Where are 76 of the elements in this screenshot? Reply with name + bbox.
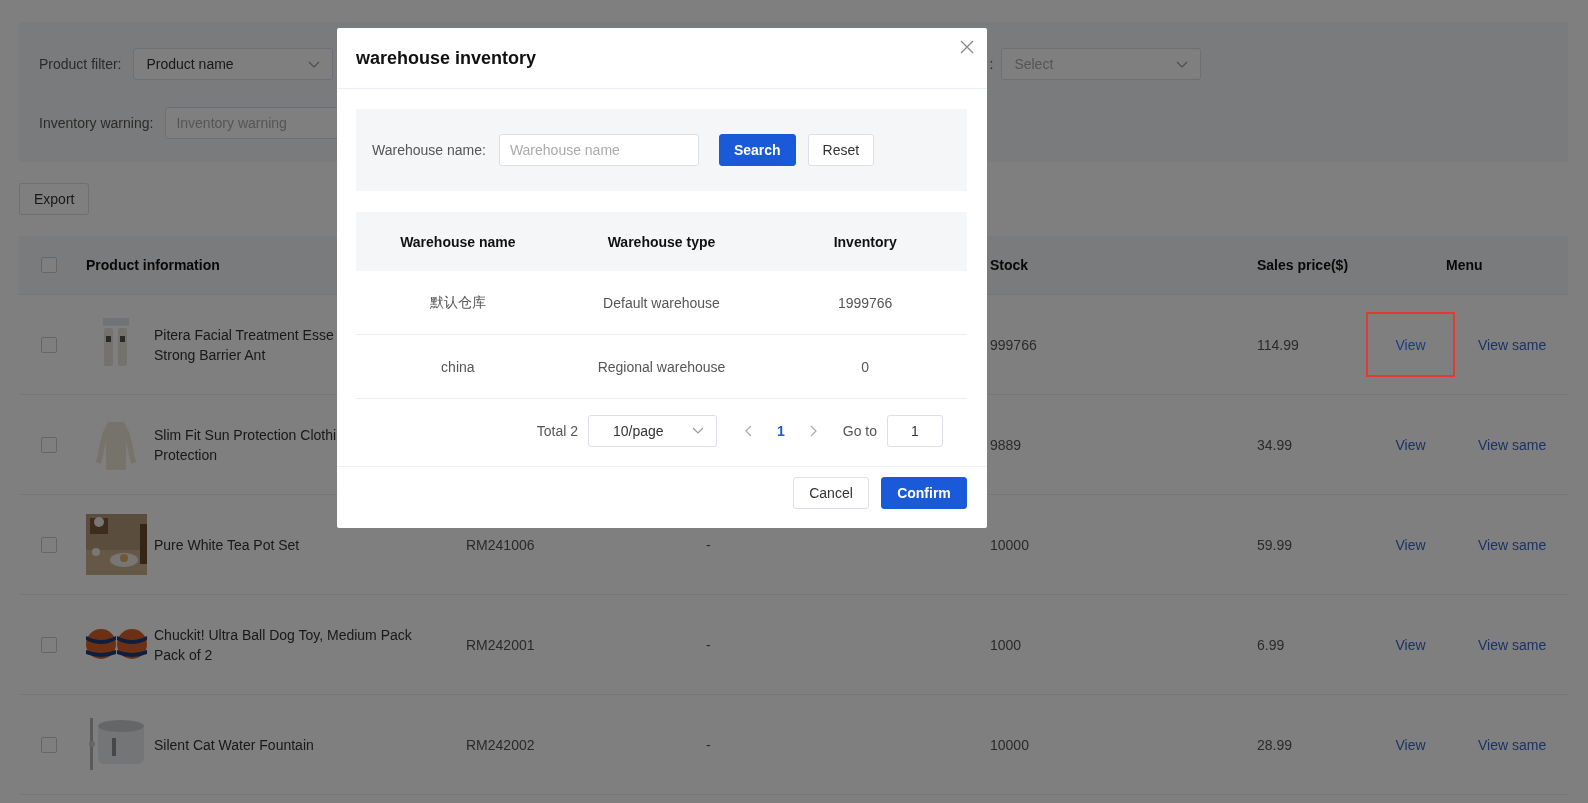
caret-icon	[691, 427, 704, 434]
table-cell: 114.99	[1257, 336, 1299, 353]
column-header: Product information	[86, 257, 220, 273]
previous-page-button[interactable]	[744, 424, 752, 437]
column-header: Stock	[990, 257, 1029, 273]
reset-button[interactable]: Reset	[807, 134, 875, 166]
table-cell: china	[441, 358, 475, 375]
product-filter-select[interactable]: Product name	[133, 48, 334, 80]
view-same-link[interactable]: View same	[1478, 436, 1547, 453]
caret-icon	[308, 60, 321, 68]
checkbox[interactable]	[41, 636, 57, 653]
confirm-button[interactable]: Confirm	[881, 477, 967, 509]
view-link[interactable]: View	[1395, 536, 1426, 553]
view-same-link[interactable]: View same	[1478, 636, 1547, 653]
table-cell: 6.99	[1257, 636, 1285, 653]
caret-icon	[1176, 60, 1189, 68]
view-same-link[interactable]: View same	[1478, 736, 1547, 753]
product-name: Slim Fit Sun Protection Clothi Protection	[154, 425, 337, 465]
search-button[interactable]: Search	[718, 134, 796, 166]
close-button[interactable]	[960, 40, 974, 54]
table-cell: 10000	[990, 736, 1029, 753]
table-cell: -	[706, 736, 711, 753]
export-button[interactable]: Export	[19, 183, 90, 215]
table-cell: 默认仓库	[429, 293, 486, 312]
column-header: Menu	[1446, 257, 1483, 273]
next-page-button[interactable]	[809, 424, 817, 437]
view-link[interactable]: View	[1395, 336, 1426, 353]
table-cell: 10000	[990, 536, 1029, 553]
column-header: Warehouse name	[400, 233, 516, 250]
dialog-title: warehouse inventory	[356, 47, 537, 69]
checkbox[interactable]	[41, 736, 57, 753]
table-cell: 34.99	[1257, 436, 1293, 453]
table-cell: RM242001	[466, 636, 535, 653]
total-count: Total 2	[536, 422, 578, 439]
table-cell: Default warehouse	[603, 294, 720, 311]
filter-label: :	[989, 56, 994, 72]
chevron-right-icon	[809, 424, 817, 437]
product-name: Pitera Facial Treatment Esse Strong Barrier Ant	[154, 325, 334, 365]
table-cell: 1000	[990, 636, 1022, 653]
checkbox[interactable]	[41, 257, 57, 273]
page-number[interactable]: 1	[776, 422, 785, 439]
table-cell: RM241006	[466, 536, 535, 553]
page-number-field[interactable]: 1	[887, 414, 943, 447]
table-cell: -	[706, 536, 711, 553]
product-name: Silent Cat Water Fountain	[154, 735, 314, 755]
checkbox[interactable]	[41, 536, 57, 553]
table-cell: 59.99	[1257, 536, 1293, 553]
cancel-button[interactable]: Cancel	[793, 477, 869, 509]
checkbox[interactable]	[41, 436, 57, 453]
table-cell: 9889	[990, 436, 1022, 453]
table-cell: 28.99	[1257, 736, 1293, 753]
table-cell: 999766	[990, 336, 1037, 353]
column-header: Sales price($)	[1257, 257, 1349, 273]
table-cell: Regional warehouse	[597, 358, 726, 375]
field-label: Warehouse name:	[372, 142, 486, 158]
page-size-select[interactable]: 10/page	[587, 414, 717, 447]
goto-label: Go to	[842, 422, 877, 439]
chevron-left-icon	[744, 424, 752, 437]
table-cell: RM242002	[466, 736, 535, 753]
view-link[interactable]: View	[1395, 736, 1426, 753]
view-same-link[interactable]: View same	[1478, 336, 1547, 353]
warehouse-name-field[interactable]: Warehouse name	[498, 134, 699, 166]
product-name: Chuckit! Ultra Ball Dog Toy, Medium Pack Pack of 2	[154, 625, 412, 665]
close-icon	[960, 40, 974, 54]
table-cell: 1999766	[837, 294, 893, 311]
filter-label: Product filter:	[39, 56, 122, 72]
checkbox[interactable]	[41, 336, 57, 353]
view-link[interactable]: View	[1395, 436, 1426, 453]
column-header: Warehouse type	[607, 233, 716, 250]
view-link[interactable]: View	[1395, 636, 1426, 653]
table-cell: 0	[861, 358, 870, 375]
product-name: Pure White Tea Pot Set	[154, 535, 300, 555]
filter-label: Inventory warning:	[39, 115, 154, 131]
view-same-link[interactable]: View same	[1478, 536, 1547, 553]
table-cell: -	[706, 636, 711, 653]
column-header: Inventory	[833, 233, 897, 250]
